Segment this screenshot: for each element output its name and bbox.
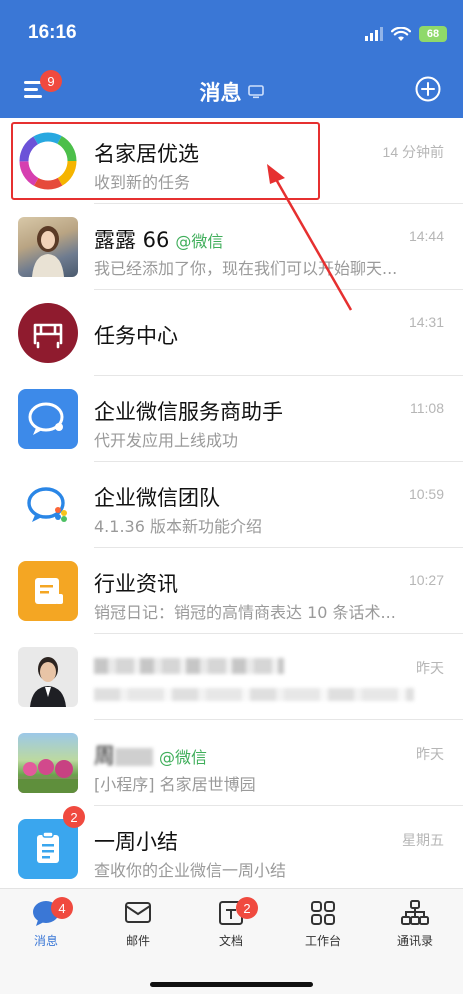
tab-label: 通讯录 [396, 934, 433, 948]
tab-mail[interactable]: 邮件 [92, 899, 184, 949]
top-bar: 16:16 68 9 消息 [0, 0, 463, 118]
tab-label: 工作台 [304, 934, 341, 948]
conversation-row[interactable]: 2 一周小结 查收你的企业微信一周小结 星期五 [0, 806, 463, 892]
avatar-task-center [18, 303, 78, 363]
mail-icon [125, 902, 151, 923]
page-title: 消息 [199, 81, 242, 105]
conversation-name: 一周小结 [94, 830, 178, 854]
chat-bubble-icon [28, 402, 64, 435]
tab-contacts[interactable]: 通讯录 [369, 899, 461, 949]
conversation-list: 名家居优选 收到新的任务 14 分钟前 露露 66 @微信 我已经添加了你，现在我… [0, 118, 463, 892]
unread-badge: 2 [63, 806, 85, 828]
avatar-photo [18, 647, 78, 707]
tab-label: 文档 [218, 934, 243, 948]
conversation-row[interactable]: 企业微信团队 4.1.36 版本新功能介绍 10:59 [0, 462, 463, 548]
conversation-time: 14:31 [408, 314, 444, 330]
conversation-row[interactable]: 露露 66 @微信 我已经添加了你，现在我们可以开始聊天... 14:44 [0, 204, 463, 290]
desktop-icon [247, 85, 264, 99]
conversation-preview: 代开发应用上线成功 [94, 431, 239, 450]
conversation-time: 14:44 [408, 228, 444, 244]
conversation-preview: [小程序] 名家居世博园 [94, 775, 256, 794]
avatar-photo [18, 217, 78, 277]
tab-badge: 4 [51, 897, 73, 919]
bottom-tab-bar: 消息 4 邮件 文档 2 工作台 通讯录 [0, 888, 463, 994]
conversation-name: 名家居优选 [94, 142, 199, 166]
tab-badge: 2 [236, 897, 258, 919]
annotation-arrow-icon [267, 164, 353, 311]
conversation-row[interactable]: 名家居优选 收到新的任务 14 分钟前 [0, 118, 463, 204]
home-indicator [150, 982, 313, 987]
conversation-preview: 查收你的企业微信一周小结 [94, 861, 287, 880]
conversation-name: 行业资讯 [94, 572, 178, 596]
wecom-logo-icon [27, 487, 67, 522]
tab-messages[interactable]: 消息 4 [0, 897, 92, 949]
conversation-name-text: 周 [94, 744, 115, 768]
avatar-photo [18, 733, 78, 793]
tab-label: 消息 [33, 934, 58, 948]
conversation-time: 10:59 [408, 486, 444, 502]
conversation-preview: 4.1.36 版本新功能介绍 [94, 517, 262, 536]
tab-workbench[interactable]: 工作台 [277, 899, 369, 949]
battery-icon: 68 [419, 26, 447, 42]
avatar-weekly-summary [18, 819, 78, 879]
conversation-time: 昨天 [416, 746, 444, 762]
conversation-name: 周 @微信 [94, 740, 207, 770]
avatar-service-assistant [18, 389, 78, 449]
conversation-name: 露露 66 @微信 [94, 224, 223, 254]
redacted-preview [94, 688, 414, 701]
conversation-name: 企业微信服务商助手 [94, 400, 283, 424]
clipboard-icon [37, 831, 59, 863]
avatar-wecom-team [18, 475, 78, 535]
document-icon [35, 578, 63, 604]
avatar-rainbow-ring [18, 131, 78, 191]
conversation-name: 任务中心 [94, 324, 178, 348]
grid-icon [311, 901, 335, 925]
conversation-time: 14 分钟前 [382, 144, 444, 160]
conversation-time: 10:27 [408, 572, 444, 588]
avatar-industry-news [18, 561, 78, 621]
org-chart-icon [401, 900, 429, 925]
conversation-name-text: 露露 66 [94, 228, 170, 252]
conversation-row[interactable]: 昨天 [0, 634, 463, 720]
tab-docs[interactable]: 文档 2 [185, 897, 277, 949]
conversation-row[interactable]: 周 @微信 [小程序] 名家居世博园 昨天 [0, 720, 463, 806]
wifi-icon [391, 26, 411, 41]
conversation-row[interactable]: 任务中心 14:31 [0, 290, 463, 376]
conversation-preview: 销冠日记：销冠的高情商表达 10 条话术... [94, 603, 396, 622]
wechat-tag: @微信 [175, 232, 224, 251]
wechat-tag: @微信 [159, 748, 208, 767]
conversation-row[interactable]: 企业微信服务商助手 代开发应用上线成功 11:08 [0, 376, 463, 462]
bed-icon [33, 323, 63, 349]
conversation-time: 星期五 [402, 832, 444, 848]
battery-level: 68 [426, 28, 440, 40]
conversation-row[interactable]: 行业资讯 销冠日记：销冠的高情商表达 10 条话术... 10:27 [0, 548, 463, 634]
tab-label: 邮件 [125, 934, 150, 948]
status-icons: 68 [365, 26, 447, 42]
conversation-time: 11:08 [410, 400, 444, 416]
redacted-name [115, 748, 153, 766]
conversation-name: 企业微信团队 [94, 486, 220, 510]
add-icon[interactable] [415, 76, 441, 102]
signal-icon [365, 27, 383, 41]
title-wrap: 消息 [0, 77, 463, 107]
redacted-name [94, 658, 284, 674]
conversation-time: 昨天 [416, 660, 444, 676]
status-time: 16:16 [28, 22, 77, 43]
